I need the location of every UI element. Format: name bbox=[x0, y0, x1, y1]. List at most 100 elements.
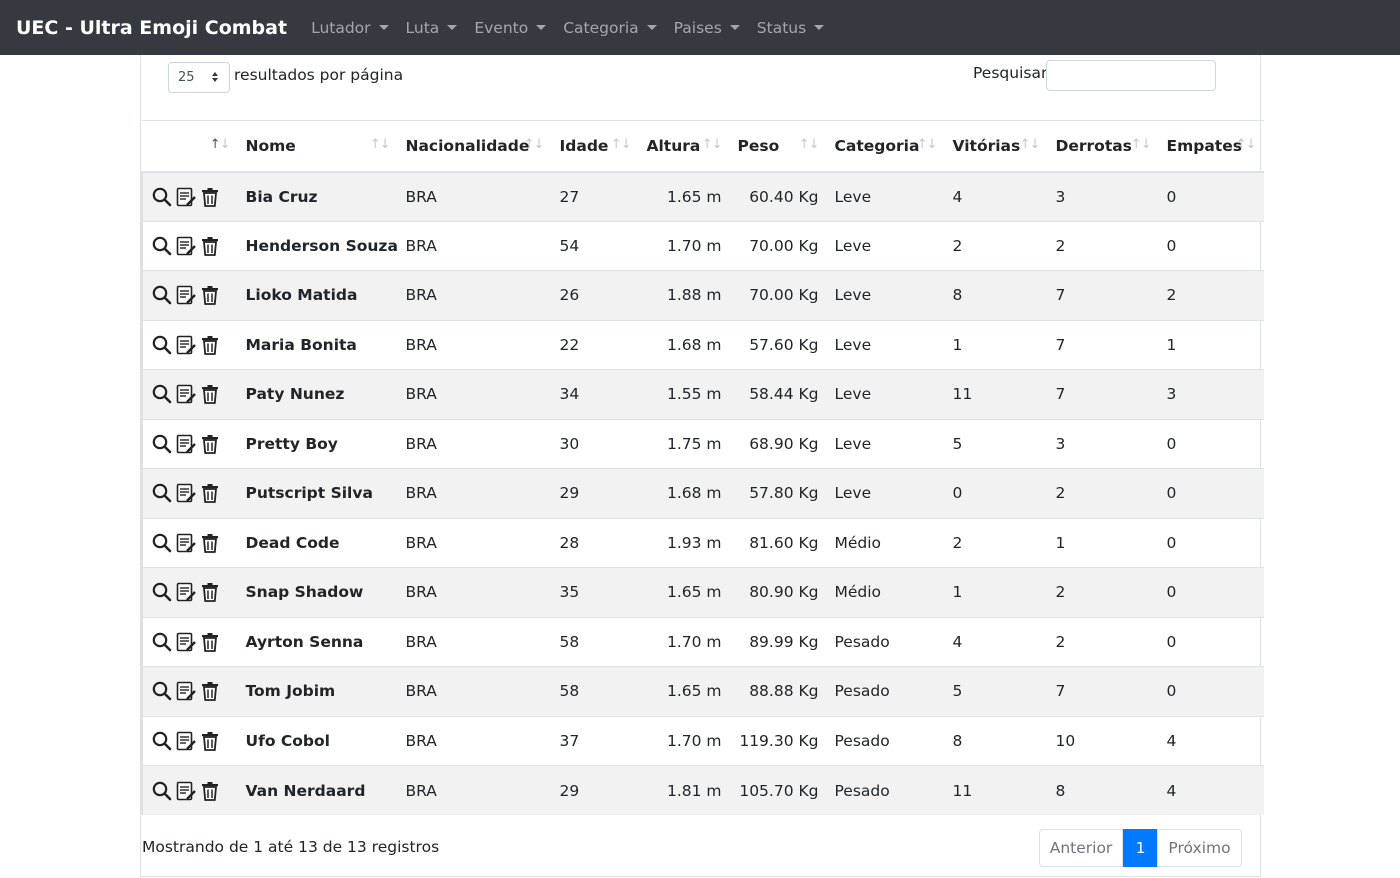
caret-down-icon bbox=[378, 25, 389, 30]
cell-idade: 34 bbox=[559, 385, 580, 404]
column-header-idade[interactable]: Idade ↑↓ bbox=[551, 120, 639, 173]
sort-icon: ↑↓ bbox=[701, 137, 723, 152]
trash-icon[interactable] bbox=[199, 186, 221, 208]
trash-icon[interactable] bbox=[199, 581, 221, 603]
column-header-nome[interactable]: Nome ↑↓ bbox=[237, 120, 398, 173]
page-length-label: resultados por página bbox=[234, 66, 404, 84]
edit-icon[interactable] bbox=[175, 780, 197, 802]
cell-categoria: Médio bbox=[834, 583, 882, 602]
previous-page-button[interactable]: Anterior bbox=[1039, 829, 1123, 867]
edit-icon[interactable] bbox=[175, 482, 197, 504]
edit-icon[interactable] bbox=[175, 433, 197, 455]
search-icon[interactable] bbox=[151, 532, 173, 554]
cell-derrotas: 2 bbox=[1055, 632, 1066, 651]
brand-title[interactable]: UEC - Ultra Emoji Combat bbox=[16, 17, 287, 39]
trash-icon[interactable] bbox=[199, 383, 221, 405]
next-page-button[interactable]: Próximo bbox=[1157, 829, 1242, 867]
edit-icon[interactable] bbox=[175, 532, 197, 554]
cell-idade: 22 bbox=[559, 335, 580, 354]
nav-menu-categoria[interactable]: Categoria bbox=[563, 19, 657, 37]
column-header-derrotas[interactable]: Derrotas ↑↓ bbox=[1047, 120, 1159, 173]
caret-down-icon bbox=[447, 25, 458, 30]
page-length-select[interactable]: 25 bbox=[168, 62, 230, 93]
column-header-label: Empates bbox=[1166, 136, 1242, 155]
edit-icon[interactable] bbox=[175, 186, 197, 208]
nav-menu-luta[interactable]: Luta bbox=[406, 19, 458, 37]
cell-vitorias: 2 bbox=[952, 533, 963, 552]
column-header-altura[interactable]: Altura ↑↓ bbox=[638, 120, 730, 173]
search-icon[interactable] bbox=[151, 284, 173, 306]
column-header-categoria[interactable]: Categoria ↑↓ bbox=[826, 120, 945, 173]
nav-menu-lutador[interactable]: Lutador bbox=[311, 19, 389, 37]
search-icon[interactable] bbox=[151, 482, 173, 504]
cell-nome: Putscript Silva bbox=[245, 484, 373, 503]
edit-icon[interactable] bbox=[175, 334, 197, 356]
edit-icon[interactable] bbox=[175, 235, 197, 257]
table-row: Ayrton Senna BRA 58 1.70 m 89.99 Kg Pesado 4 2 0 bbox=[140, 617, 1264, 667]
row-actions bbox=[140, 617, 238, 667]
cell-idade: 37 bbox=[559, 731, 580, 750]
trash-icon[interactable] bbox=[199, 780, 221, 802]
cell-nacionalidade: BRA bbox=[405, 434, 437, 453]
cell-empates: 4 bbox=[1166, 731, 1177, 750]
cell-derrotas: 3 bbox=[1055, 187, 1066, 206]
cell-vitorias: 8 bbox=[952, 731, 963, 750]
trash-icon[interactable] bbox=[199, 284, 221, 306]
edit-icon[interactable] bbox=[175, 383, 197, 405]
trash-icon[interactable] bbox=[199, 433, 221, 455]
column-header-peso[interactable]: Peso ↑↓ bbox=[729, 120, 827, 173]
cell-empates: 0 bbox=[1166, 484, 1177, 503]
nav-menu-status[interactable]: Status bbox=[756, 18, 825, 37]
cell-vitorias: 4 bbox=[952, 632, 963, 651]
nav-menu-paises[interactable]: Paises bbox=[674, 19, 740, 37]
cell-vitorias: 1 bbox=[952, 335, 963, 354]
trash-icon[interactable] bbox=[199, 730, 221, 752]
table-row: Pretty Boy BRA 30 1.75 m 68.90 Kg Leve 5 3 0 bbox=[140, 419, 1264, 469]
search-icon[interactable] bbox=[151, 383, 173, 405]
sort-icon: ↑↓ bbox=[610, 137, 632, 152]
search-icon[interactable] bbox=[151, 334, 173, 356]
table-row: Paty Nunez BRA 34 1.55 m 58.44 Kg Leve 11 7 3 bbox=[140, 369, 1264, 419]
trash-icon[interactable] bbox=[199, 235, 221, 257]
trash-icon[interactable] bbox=[199, 482, 221, 504]
trash-icon[interactable] bbox=[199, 532, 221, 554]
edit-icon[interactable] bbox=[175, 680, 197, 702]
cell-empates: 0 bbox=[1166, 682, 1177, 701]
column-header-actions[interactable]: ↑↓ bbox=[141, 120, 238, 173]
column-header-vitorias[interactable]: Vitórias ↑↓ bbox=[944, 120, 1048, 173]
search-input[interactable] bbox=[1046, 60, 1216, 91]
column-header-nacionalidade[interactable]: Nacionalidade ↑↓ bbox=[397, 120, 552, 173]
column-header-label: Vitórias bbox=[952, 136, 1021, 155]
nav-menu-label: Luta bbox=[405, 18, 440, 37]
table-row: Maria Bonita BRA 22 1.68 m 57.60 Kg Leve 1 7 1 bbox=[140, 320, 1264, 370]
trash-icon[interactable] bbox=[199, 680, 221, 702]
nav-menu-evento[interactable]: Evento bbox=[474, 19, 547, 37]
search-icon[interactable] bbox=[151, 433, 173, 455]
edit-icon[interactable] bbox=[175, 581, 197, 603]
search-icon[interactable] bbox=[151, 581, 173, 603]
column-header-label: Altura bbox=[646, 136, 701, 155]
search-icon[interactable] bbox=[151, 780, 173, 802]
row-actions bbox=[140, 468, 238, 518]
search-icon[interactable] bbox=[151, 631, 173, 653]
nav-menu-label: Paises bbox=[673, 18, 722, 37]
search-icon[interactable] bbox=[151, 186, 173, 208]
page-1-button[interactable]: 1 bbox=[1123, 829, 1158, 867]
search-icon[interactable] bbox=[151, 730, 173, 752]
cell-idade: 30 bbox=[559, 434, 580, 453]
cell-nome: Lioko Matida bbox=[245, 286, 358, 305]
edit-icon[interactable] bbox=[175, 631, 197, 653]
cell-nome: Ayrton Senna bbox=[245, 632, 364, 651]
trash-icon[interactable] bbox=[199, 334, 221, 356]
column-header-empates[interactable]: Empates ↑↓ bbox=[1158, 120, 1264, 173]
search-icon[interactable] bbox=[151, 680, 173, 702]
cell-peso: 81.60 Kg bbox=[749, 533, 819, 552]
nav-menu-label: Status bbox=[756, 18, 807, 37]
cell-nacionalidade: BRA bbox=[405, 484, 437, 503]
cell-nome: Paty Nunez bbox=[245, 385, 345, 404]
trash-icon[interactable] bbox=[199, 631, 221, 653]
edit-icon[interactable] bbox=[175, 730, 197, 752]
search-icon[interactable] bbox=[151, 235, 173, 257]
edit-icon[interactable] bbox=[175, 284, 197, 306]
cell-derrotas: 2 bbox=[1055, 583, 1066, 602]
